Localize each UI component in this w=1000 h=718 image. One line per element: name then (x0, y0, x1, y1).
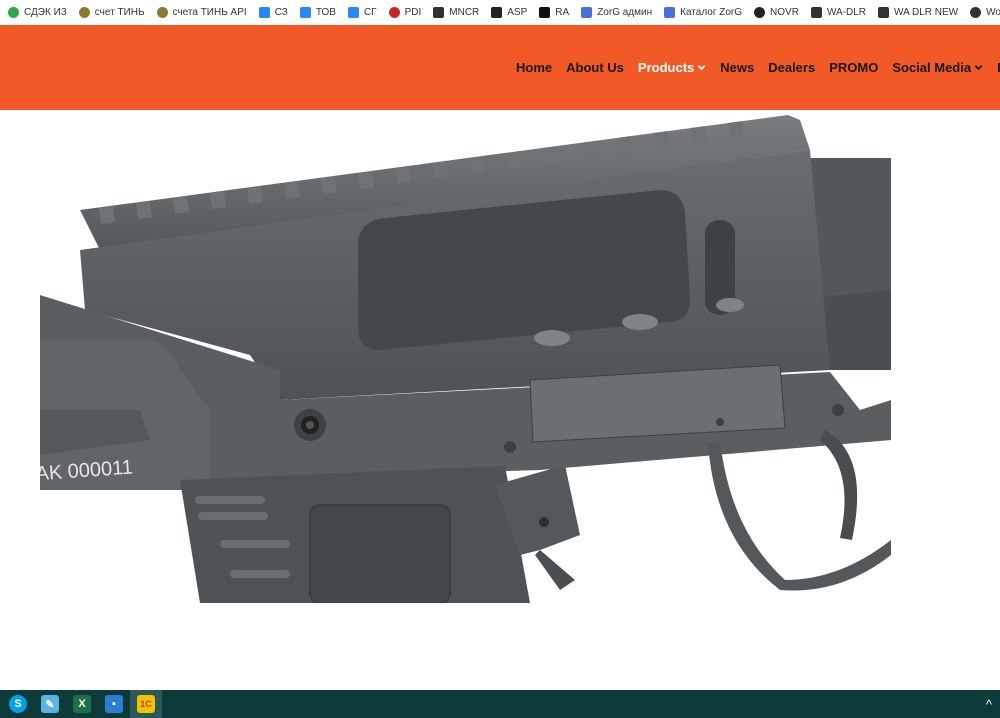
ra-icon (539, 7, 551, 18)
bookmark-item[interactable]: Каталог ZorG (656, 0, 746, 25)
wolverine-icon (970, 7, 982, 18)
bookmark-label: ТОВ (315, 7, 336, 18)
nav-item-social-media[interactable]: Social Media (892, 60, 983, 75)
bookmark-label: ZorG админ (597, 7, 653, 18)
bookmark-item[interactable]: СГ (340, 0, 381, 25)
nav-item-about-us[interactable]: About Us (566, 60, 624, 75)
bookmark-item[interactable]: Wolverine Airsoft -... (962, 0, 1000, 25)
nav-item-label: PROMO (829, 60, 879, 75)
chevron-down-icon (697, 65, 706, 71)
product-image: AK 000011 (40, 115, 891, 603)
nav-item-label: Dealers (768, 60, 816, 75)
main-nav: Home About Us Products News Dealers PROMO Soci… (516, 25, 1000, 110)
1c-icon: 1С (137, 695, 155, 713)
bookmark-label: RA (555, 7, 570, 18)
bookmark-label: СГ (363, 7, 377, 18)
bookmark-label: ASP (507, 7, 528, 18)
bookmarks-bar: СДЭК ИЗ счет ТИНЬ счета ТИНЬ API СЗ ТОВ СГ PDI… (0, 0, 1000, 25)
bookmark-label: WA-DLR (826, 7, 867, 18)
bookmark-item[interactable]: счет ТИНЬ (71, 0, 149, 25)
cdek-icon (8, 7, 19, 18)
bookmark-label: Wolverine Airsoft -... (986, 7, 1000, 18)
bookmark-label: СЗ (274, 7, 288, 18)
taskbar: S ✎ X ▪ 1С ^ (0, 690, 1000, 718)
pdi-icon (388, 7, 400, 18)
nav-item-label: Products (637, 60, 695, 75)
bookmark-label: MNCR (449, 7, 480, 18)
taskbar-app[interactable]: S (2, 690, 34, 718)
bookmark-item[interactable]: WA-DLR (803, 0, 870, 25)
wa-icon (810, 7, 822, 18)
vk-icon (299, 7, 311, 18)
bookmark-item[interactable]: СЗ (251, 0, 292, 25)
system-tray[interactable]: ^ (986, 690, 992, 718)
bookmark-item[interactable]: ASP (483, 0, 531, 25)
bookmark-label: WA DLR NEW (894, 7, 959, 18)
taskbar-app[interactable]: ✎ (34, 690, 66, 718)
nav-item-label: News (720, 60, 755, 75)
taskbar-apps: S ✎ X ▪ 1С (2, 690, 162, 718)
bookmark-item[interactable]: счета ТИНЬ API (149, 0, 251, 25)
nav-item-label: About Us (566, 60, 624, 75)
tray-overflow-icon[interactable]: ^ (986, 697, 992, 712)
bookmark-label: Каталог ZorG (680, 7, 743, 18)
bookmark-item[interactable]: NOVR (746, 0, 803, 25)
bookmark-label: СДЭК ИЗ (24, 7, 67, 18)
bookmark-label: NOVR (770, 7, 799, 18)
skype-icon: S (9, 695, 27, 713)
nav-item-label: Social Media (892, 60, 972, 75)
nav-item-label: Home (516, 60, 553, 75)
bookmark-item[interactable]: ТОВ (292, 0, 340, 25)
bookmark-item[interactable]: ZorG админ (573, 0, 656, 25)
chevron-down-icon (974, 65, 983, 71)
chat-icon (347, 7, 359, 18)
tinkoff-icon (78, 7, 90, 18)
zorg-icon (664, 7, 676, 18)
nav-item-home[interactable]: Home (516, 60, 552, 75)
nav-item-products[interactable]: Products (638, 60, 706, 75)
bookmark-label: счета ТИНЬ API (172, 7, 247, 18)
wa-icon (878, 7, 890, 18)
file-icon: ▪ (105, 695, 123, 713)
nav-item-promo[interactable]: PROMO (829, 60, 878, 75)
bookmark-item[interactable]: RA (531, 0, 573, 25)
site-header: Home About Us Products News Dealers PROMO Soci… (0, 25, 1000, 110)
vk-icon (258, 7, 270, 18)
nav-item-news[interactable]: News (720, 60, 754, 75)
taskbar-app[interactable]: ▪ (98, 690, 130, 718)
bookmark-item[interactable]: MNCR (425, 0, 483, 25)
asp-icon (491, 7, 503, 18)
novr-icon (754, 7, 766, 18)
zorg-icon (581, 7, 593, 18)
mncr-icon (433, 7, 445, 18)
bookmark-item[interactable]: WA DLR NEW (870, 0, 962, 25)
bookmark-label: счет ТИНЬ (94, 7, 145, 18)
taskbar-app[interactable]: X (66, 690, 98, 718)
taskbar-app[interactable]: 1С (130, 690, 162, 718)
tinkoff-icon (156, 7, 168, 18)
notepad-icon: ✎ (41, 695, 59, 713)
bookmark-item[interactable]: СДЭК ИЗ (0, 0, 71, 25)
excel-icon: X (73, 695, 91, 713)
bookmark-item[interactable]: PDI (381, 0, 426, 25)
bookmark-label: PDI (404, 7, 422, 18)
nav-item-dealers[interactable]: Dealers (768, 60, 815, 75)
